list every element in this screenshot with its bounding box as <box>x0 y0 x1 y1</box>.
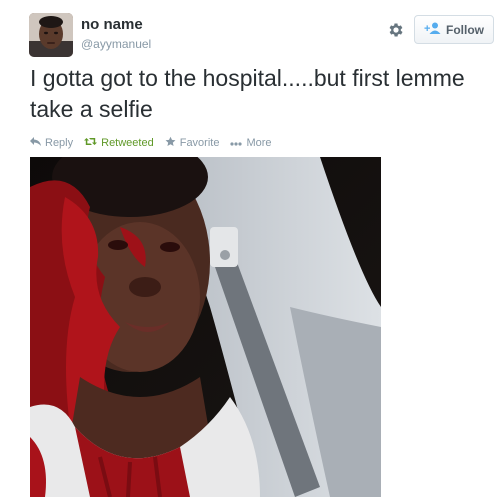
display-name[interactable]: no name <box>81 16 143 33</box>
reply-label: Reply <box>45 137 74 149</box>
more-label: More <box>246 137 272 149</box>
more-button[interactable]: More <box>230 137 272 149</box>
retweet-label: Retweeted <box>101 137 154 149</box>
add-user-icon: + <box>424 22 441 37</box>
favorite-button[interactable]: Favorite <box>165 136 220 150</box>
user-handle[interactable]: @ayymanuel <box>81 37 151 51</box>
ellipsis-icon <box>230 137 243 149</box>
retweet-icon <box>84 137 98 149</box>
star-icon <box>165 136 176 150</box>
tweet-actions: Reply Retweeted Favorite More <box>30 136 272 150</box>
tweet-photo[interactable] <box>30 157 381 497</box>
reply-button[interactable]: Reply <box>30 137 73 149</box>
retweet-button[interactable]: Retweeted <box>84 137 154 149</box>
gear-icon[interactable] <box>386 20 406 40</box>
tweet-text: I gotta got to the hospital.....but firs… <box>30 65 465 122</box>
favorite-label: Favorite <box>179 137 220 149</box>
svg-text:+: + <box>424 23 430 34</box>
follow-button[interactable]: + Follow <box>414 15 494 44</box>
user-avatar[interactable] <box>29 13 73 57</box>
follow-label: Follow <box>446 22 484 37</box>
reply-icon <box>30 137 41 149</box>
